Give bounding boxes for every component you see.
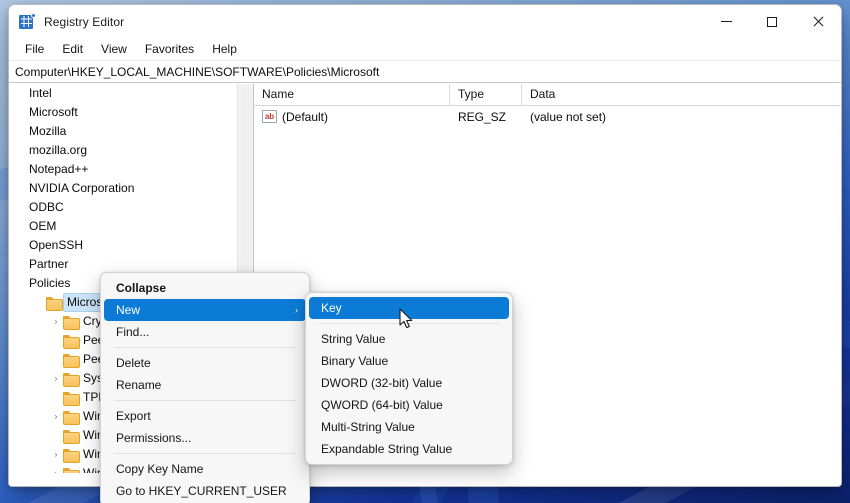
tree-item-label: Notepad++ [29, 162, 89, 176]
folder-icon [63, 391, 80, 406]
value-row[interactable]: ab (Default) REG_SZ (value not set) [254, 106, 841, 127]
value-name-cell: ab (Default) [254, 110, 450, 124]
chevron-right-icon[interactable]: › [49, 450, 63, 459]
menu-item-label: Delete [116, 356, 151, 370]
menu-view[interactable]: View [92, 40, 136, 58]
menu-item[interactable]: QWORD (64-bit) Value [309, 394, 509, 416]
folder-icon [63, 410, 80, 425]
menu-item-label: Collapse [116, 281, 167, 295]
tree-item[interactable]: Mozilla [9, 122, 237, 141]
menu-item[interactable]: Binary Value [309, 350, 509, 372]
menu-item[interactable]: DWORD (32-bit) Value [309, 372, 509, 394]
menu-item[interactable]: Collapse [104, 277, 306, 299]
menu-bar: File Edit View Favorites Help [9, 38, 841, 61]
menu-item[interactable]: Expandable String Value [309, 438, 509, 460]
tree-item[interactable]: Notepad++ [9, 160, 237, 179]
chevron-right-icon: › [295, 304, 298, 315]
tree-item-label: Mozilla [29, 124, 67, 138]
menu-item-label: DWORD (32-bit) Value [321, 376, 443, 390]
close-button[interactable] [795, 5, 841, 38]
menu-separator [114, 347, 296, 348]
menu-favorites[interactable]: Favorites [136, 40, 203, 58]
menu-item[interactable]: Rename [104, 374, 306, 396]
menu-item-label: Permissions... [116, 431, 192, 445]
column-header-type[interactable]: Type [450, 84, 522, 105]
menu-item-label: Key [321, 301, 342, 315]
menu-item-label: Binary Value [321, 354, 389, 368]
folder-icon [46, 296, 63, 311]
tree-item[interactable]: OpenSSH [9, 236, 237, 255]
menu-item[interactable]: Go to HKEY_CURRENT_USER [104, 480, 306, 502]
window-controls [703, 5, 841, 38]
close-icon [813, 16, 824, 27]
menu-item-label: Export [116, 409, 151, 423]
tree-item[interactable]: Microsoft [9, 103, 237, 122]
window-title: Registry Editor [44, 14, 125, 29]
ab-string-value-icon: ab [262, 110, 277, 123]
chevron-right-icon[interactable]: › [49, 317, 63, 326]
values-column-header: Name Type Data [254, 84, 841, 106]
menu-item-label: String Value [321, 332, 386, 346]
menu-item-label: New [116, 303, 141, 317]
menu-item[interactable]: Multi-String Value [309, 416, 509, 438]
tree-item[interactable]: mozilla.org [9, 141, 237, 160]
folder-icon [63, 429, 80, 444]
tree-item-label: Policies [29, 276, 71, 290]
value-type-cell: REG_SZ [458, 109, 507, 124]
tree-item-label: Partner [29, 257, 69, 271]
menu-item[interactable]: Key [309, 297, 509, 319]
new-submenu: Key String Value Binary Value DWORD (32-bit… [305, 292, 513, 465]
folder-icon [63, 353, 80, 368]
menu-separator [319, 323, 499, 324]
tree-item-label: Intel [29, 86, 52, 100]
title-bar[interactable]: Registry Editor [9, 5, 841, 38]
menu-item-label: Rename [116, 378, 162, 392]
menu-edit[interactable]: Edit [53, 40, 92, 58]
tree-item-label: Microsoft [29, 105, 78, 119]
menu-item-label: Multi-String Value [321, 420, 415, 434]
menu-item[interactable]: Delete [104, 352, 306, 374]
tree-item[interactable]: NVIDIA Corporation [9, 179, 237, 198]
menu-item[interactable]: Find... [104, 321, 306, 343]
column-header-data[interactable]: Data [522, 84, 841, 105]
minimize-icon [720, 21, 732, 22]
folder-icon [63, 334, 80, 349]
folder-icon [63, 448, 80, 463]
tree-item-label: mozilla.org [29, 143, 88, 157]
tree-item-label: NVIDIA Corporation [29, 181, 135, 195]
menu-help[interactable]: Help [203, 40, 246, 58]
maximize-icon [767, 16, 777, 27]
tree-item-label: OpenSSH [29, 238, 84, 252]
minimize-button[interactable] [703, 5, 749, 38]
menu-item[interactable]: Permissions... [104, 427, 306, 449]
context-menu: Collapse New › Find... Delete Rename Export Per… [100, 272, 310, 503]
folder-icon [63, 315, 80, 330]
tree-item[interactable]: OEM [9, 217, 237, 236]
value-name-label: (Default) [282, 109, 329, 124]
column-header-name[interactable]: Name [254, 84, 450, 105]
menu-item[interactable]: Export [104, 405, 306, 427]
menu-separator [114, 453, 296, 454]
menu-item[interactable]: String Value [309, 328, 509, 350]
menu-item-label: Go to HKEY_CURRENT_USER [116, 484, 287, 498]
tree-item-label: ODBC [29, 200, 64, 214]
menu-item-label: Copy Key Name [116, 462, 204, 476]
chevron-right-icon[interactable]: › [49, 412, 63, 421]
tree-item-label: OEM [29, 219, 57, 233]
folder-icon [63, 372, 80, 387]
menu-separator [114, 400, 296, 401]
registry-editor-icon [19, 12, 36, 30]
address-bar[interactable]: Computer\HKEY_LOCAL_MACHINE\SOFTWARE\Pol… [9, 61, 841, 83]
value-data-cell: (value not set) [530, 109, 607, 124]
tree-item[interactable]: ODBC [9, 198, 237, 217]
menu-item[interactable]: Copy Key Name [104, 458, 306, 480]
menu-item-label: Expandable String Value [321, 442, 453, 456]
tree-item[interactable]: Intel [9, 84, 237, 103]
chevron-right-icon[interactable]: › [49, 374, 63, 383]
menu-item[interactable]: New › [104, 299, 306, 321]
menu-item-label: Find... [116, 325, 150, 339]
menu-item-label: QWORD (64-bit) Value [321, 398, 443, 412]
menu-file[interactable]: File [16, 40, 53, 58]
maximize-button[interactable] [749, 5, 795, 38]
